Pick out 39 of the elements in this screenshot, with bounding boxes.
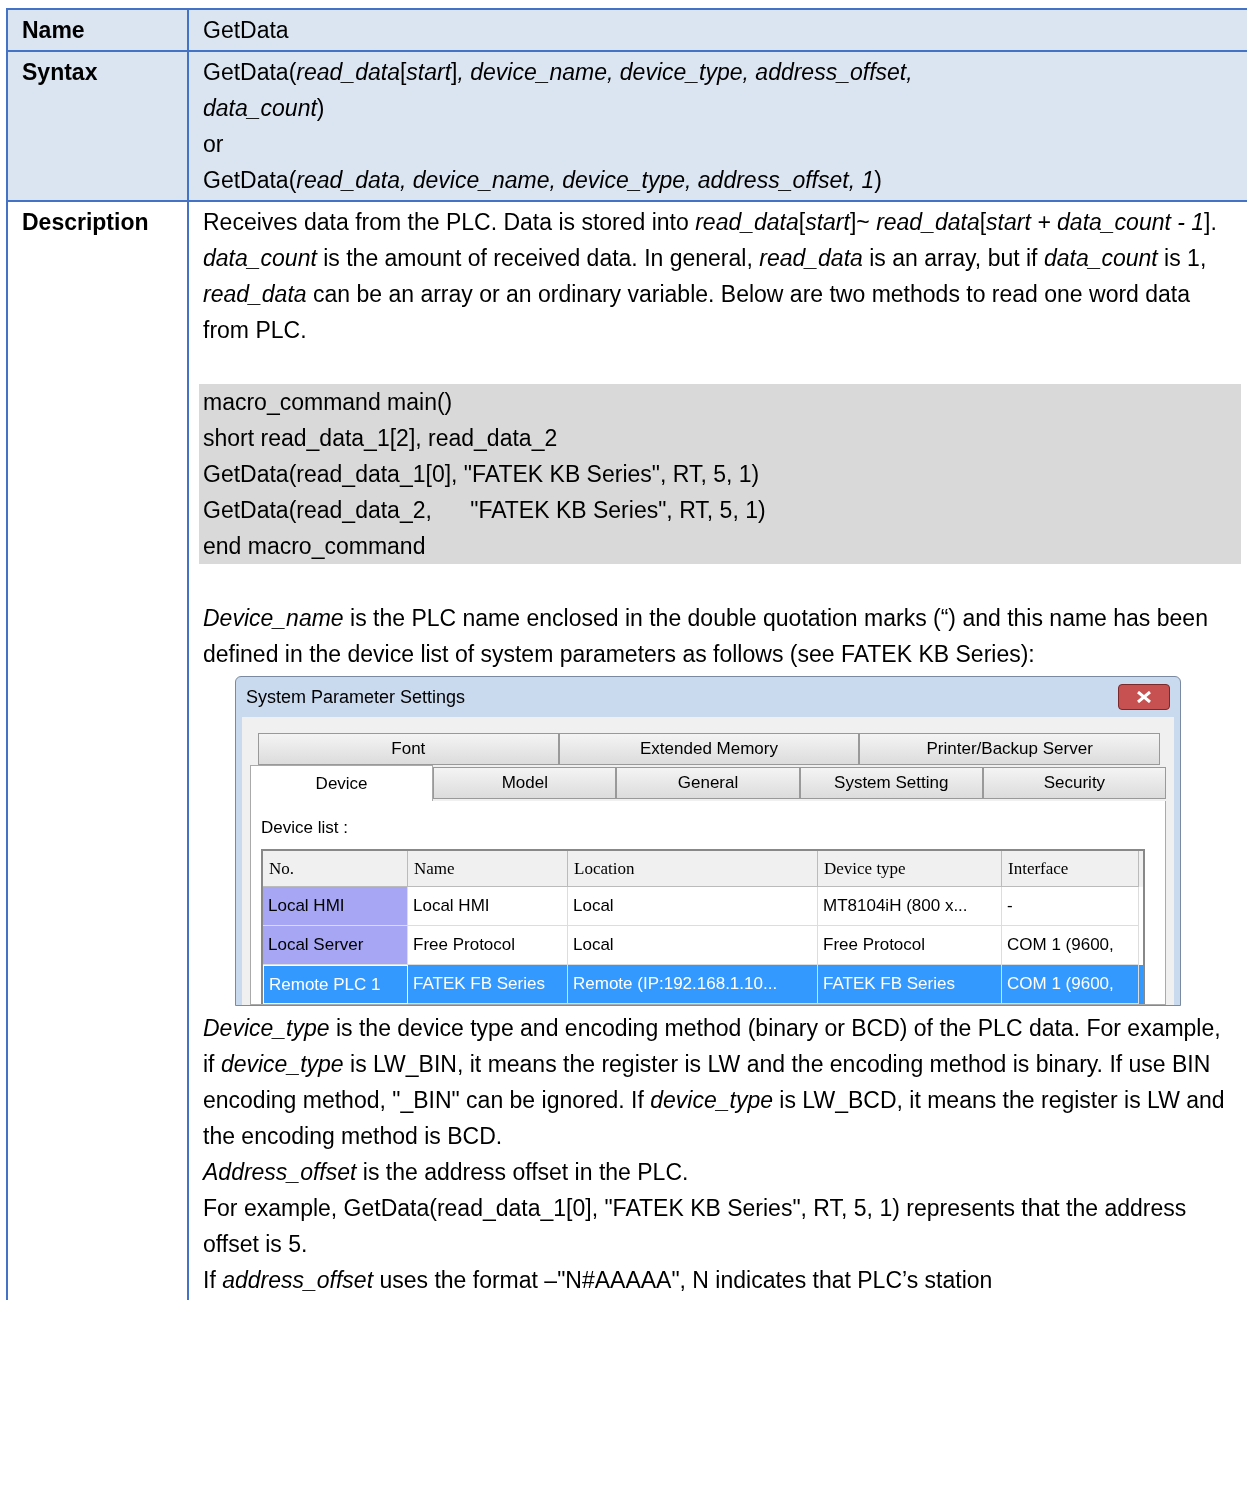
syntax-line: or [203, 130, 225, 159]
code-line: end macro_command [203, 532, 427, 561]
description-paragraph: For example, GetData(read_data_1[0], "FATEK KB Series", RT, 5, 1) represents that the address offset is 5. [203, 1194, 1188, 1259]
tab[interactable]: General [616, 767, 800, 799]
table-cell: Local HMI [263, 887, 408, 926]
code-line: GetData(read_data_1[0], "FATEK KB Series", RT, 5, 1) [203, 460, 761, 489]
syntax-line: GetData(read_data, device_name, device_type, address_offset, 1) [203, 166, 883, 195]
tab[interactable]: Printer/Backup Server [859, 733, 1160, 765]
description-paragraph: If address_offset uses the format –"N#AAAAA", N indicates that PLC’s station [203, 1266, 994, 1295]
description-paragraph: Receives data from the PLC. Data is stored into read_data[start]~ read_data[start + data_count - 1]. [203, 208, 1218, 237]
window-title: System Parameter Settings [246, 686, 466, 708]
tab[interactable]: Security [982, 767, 1166, 799]
code-line: macro_command main() [203, 388, 454, 417]
tab[interactable]: Device [250, 765, 434, 801]
device-list-label: Device list : [261, 818, 348, 837]
table-cell: Local Server [263, 926, 408, 965]
row-label: Name [22, 17, 85, 43]
table-cell: Remote (IP:192.168.1.10... [568, 965, 818, 1004]
description-paragraph: Device_type is the device type and encoding method (binary or BCD) of the PLC data. For example, if device_type is LW_BIN, it means the register is LW and the encoding method is binary. If use BIN encoding method, "_BIN" can be ignored. If device_type is LW_BCD, it means the register is LW and the encoding method is BCD. [203, 1014, 1226, 1151]
description-paragraph: Address_offset is the address offset in the PLC. [203, 1158, 690, 1187]
tab[interactable]: Extended Memory [558, 733, 860, 765]
syntax-line: GetData(read_data[start], device_name, device_type, address_offset, [203, 58, 914, 87]
description-paragraph: Device_name is the PLC name enclosed in the double quotation marks (“) and this name has been defined in the device list of system parameters as follows (see FATEK KB Series): [203, 604, 1209, 669]
code-line: GetData(read_data_2, "FATEK KB Series", RT, 5, 1) [203, 496, 767, 525]
table-cell: COM 1 (9600, [1002, 965, 1139, 1004]
row-label: Description [22, 209, 149, 235]
table-cell: FATEK FB Series [408, 965, 568, 1004]
close-button[interactable] [1118, 684, 1170, 710]
code-line: short read_data_1[2], read_data_2 [203, 424, 559, 453]
tab[interactable]: Font [258, 733, 559, 765]
syntax-line: GetData [203, 16, 290, 45]
tab[interactable]: Model [433, 767, 617, 799]
syntax-line: data_count) [203, 94, 326, 123]
table-cell: FATEK FB Series [818, 965, 1002, 1004]
close-icon [1136, 691, 1152, 703]
row-label: Syntax [22, 59, 98, 85]
table-cell: Remote PLC 1 [263, 965, 408, 1004]
description-paragraph: data_count is the amount of received data. In general, read_data is an array, but if data_count is 1, read_data can be an array or an ordinary variable. Below are two methods to read one word data from PLC. [203, 244, 1208, 345]
tab[interactable]: System Setting [799, 767, 983, 799]
